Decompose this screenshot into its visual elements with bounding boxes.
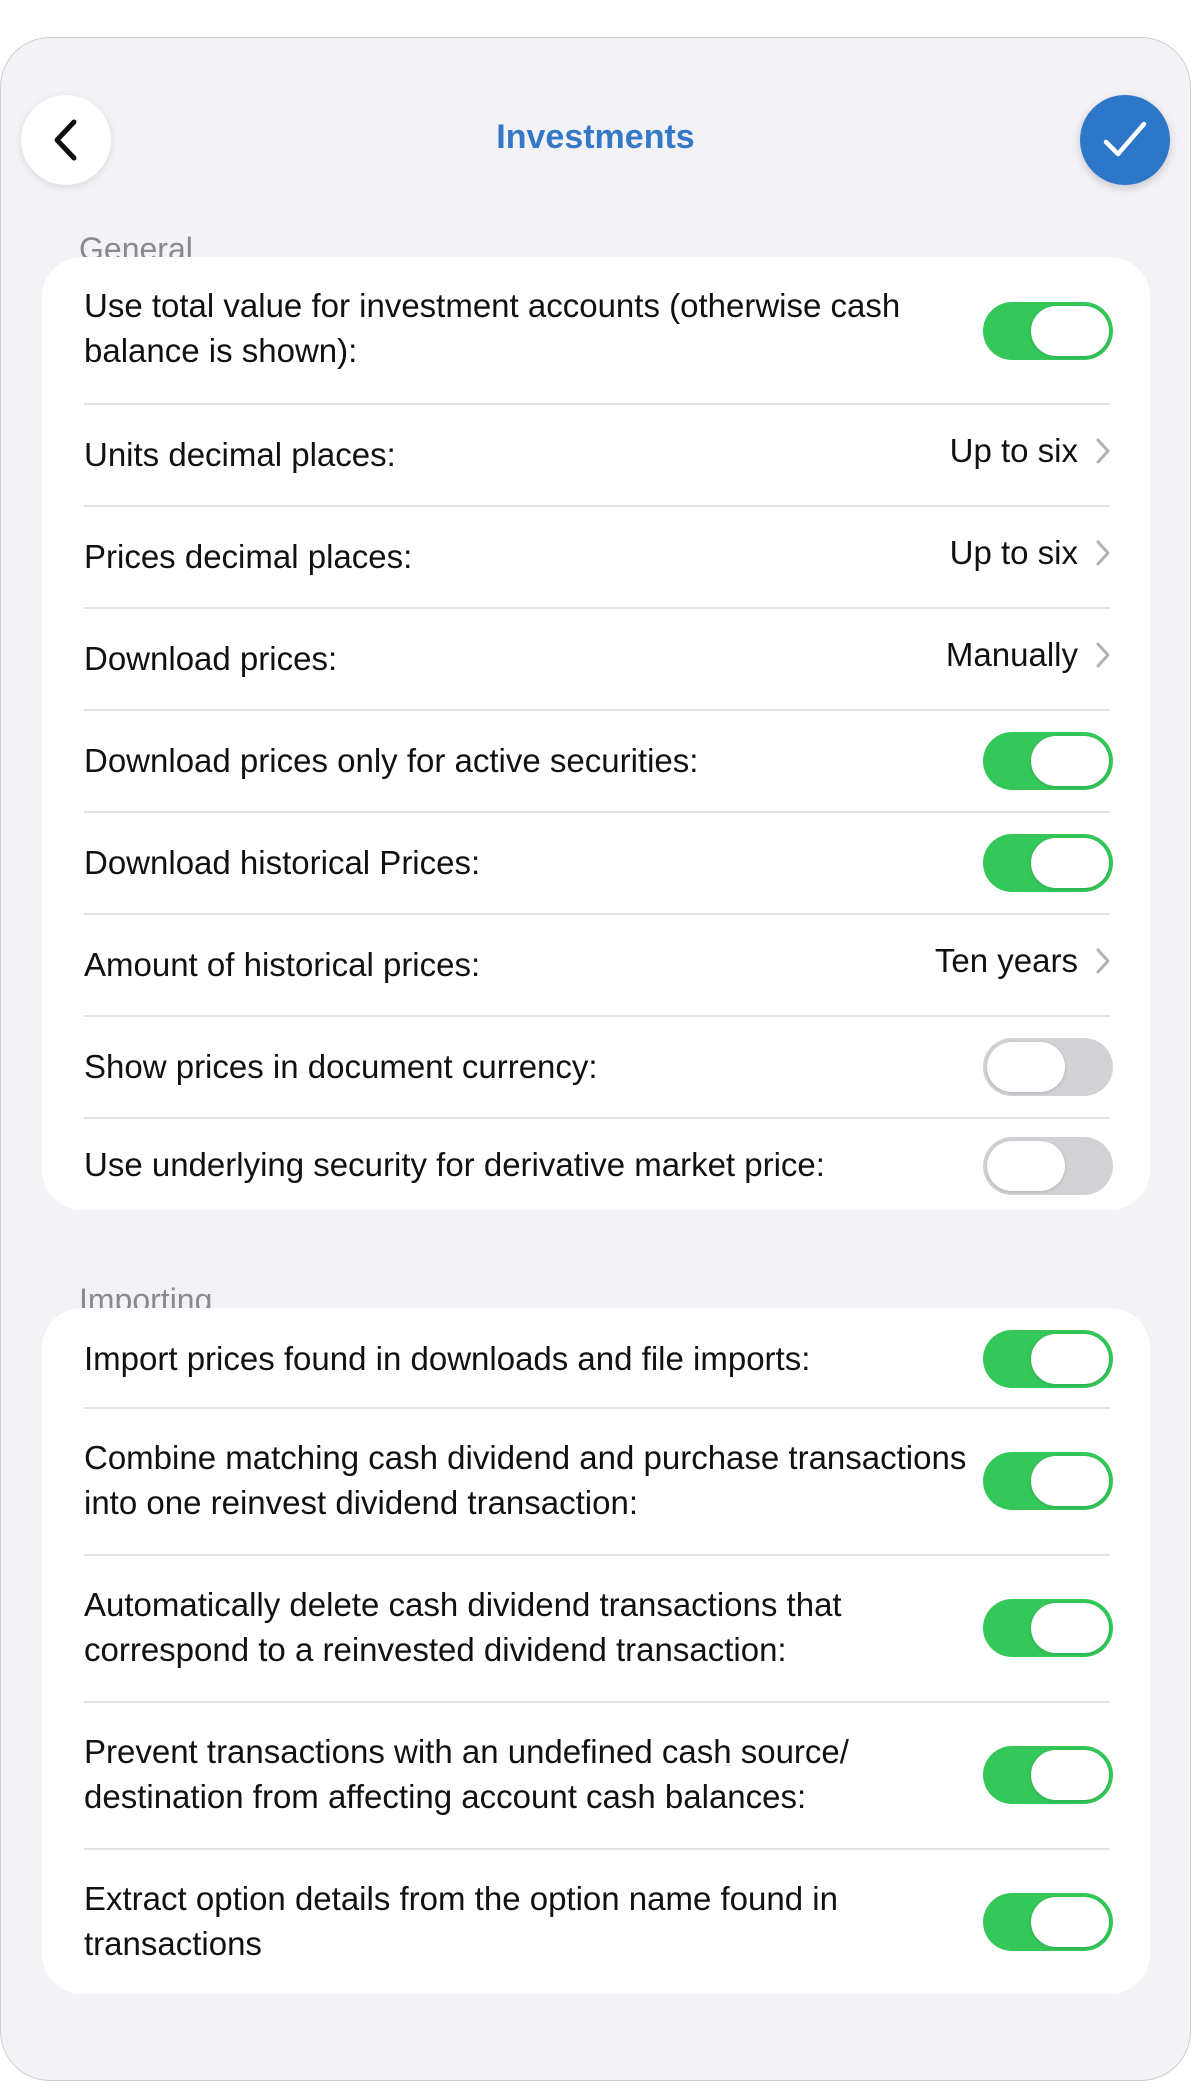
general-settings-card: Use total value for investment accounts … [42,257,1150,1210]
toggle-knob [987,1141,1065,1191]
toggle-knob [1031,1334,1109,1384]
setting-label: Use underlying security for derivative m… [84,1146,825,1183]
setting-row-combine-dividend: Combine matching cash dividend and purch… [42,1408,1150,1554]
chevron-right-icon [1096,438,1110,464]
done-button[interactable] [1080,95,1170,185]
settings-sheet: Investments General Use total value for … [0,37,1191,2081]
setting-label: Download prices only for active securiti… [84,742,699,779]
toggle-knob [1031,1603,1109,1653]
toggle-switch[interactable] [983,732,1113,790]
setting-value: Up to six [949,534,1078,571]
setting-label: Extract option details from the option n… [84,1880,838,1962]
toggle-knob [1031,1456,1109,1506]
setting-row-active-securities: Download prices only for active securiti… [42,710,1150,811]
setting-label: Units decimal places: [84,436,396,473]
setting-row-delete-cash-dividend: Automatically delete cash dividend trans… [42,1555,1150,1701]
setting-row-extract-option: Extract option details from the option n… [42,1849,1150,1994]
toggle-knob [987,1042,1065,1092]
toggle-knob [1031,1750,1109,1800]
setting-row-use-total-value: Use total value for investment accounts … [42,257,1150,404]
setting-label: Automatically delete cash dividend trans… [84,1586,842,1668]
toggle-knob [1031,306,1109,356]
setting-row-import-prices: Import prices found in downloads and fil… [42,1308,1150,1408]
toggle-knob [1031,838,1109,888]
toggle-switch[interactable] [983,1330,1113,1388]
setting-label: Download prices: [84,640,338,677]
setting-label: Amount of historical prices: [84,946,481,983]
setting-row-document-currency: Show prices in document currency: [42,1016,1150,1117]
toggle-switch[interactable] [983,302,1113,360]
toggle-switch[interactable] [983,1746,1113,1804]
toggle-switch[interactable] [983,1137,1113,1195]
value-selector[interactable]: Manually [946,636,1110,674]
value-selector[interactable]: Up to six [950,534,1110,572]
value-selector[interactable]: Up to six [950,432,1110,470]
value-selector[interactable]: Ten years [935,942,1110,980]
chevron-right-icon [1096,540,1110,566]
setting-label: Prevent transactions with an undefined c… [84,1733,849,1815]
toggle-switch[interactable] [983,1599,1113,1657]
setting-label: Combine matching cash dividend and purch… [84,1439,967,1521]
toggle-knob [1031,736,1109,786]
toggle-switch[interactable] [983,1038,1113,1096]
setting-value: Up to six [949,432,1078,469]
toggle-switch[interactable] [983,834,1113,892]
toggle-switch[interactable] [983,1452,1113,1510]
setting-row-underlying-security: Use underlying security for derivative m… [42,1118,1150,1210]
setting-label: Import prices found in downloads and fil… [84,1340,811,1377]
setting-row-undefined-cash-source: Prevent transactions with an undefined c… [42,1702,1150,1848]
checkmark-icon [1103,121,1147,157]
setting-value: Ten years [934,942,1078,979]
chevron-right-icon [1096,948,1110,974]
setting-label: Download historical Prices: [84,844,481,881]
setting-row-historical-prices: Download historical Prices: [42,812,1150,913]
toggle-switch[interactable] [983,1893,1113,1951]
setting-label: Use total value for investment accounts … [84,287,901,369]
setting-row-prices-decimal[interactable]: Prices decimal places: Up to six [42,506,1150,607]
setting-row-units-decimal[interactable]: Units decimal places: Up to six [42,404,1150,505]
chevron-right-icon [1096,642,1110,668]
page-title: Investments [496,118,695,156]
setting-label: Show prices in document currency: [84,1048,598,1085]
setting-row-amount-historical[interactable]: Amount of historical prices: Ten years [42,914,1150,1015]
setting-row-download-prices[interactable]: Download prices: Manually [42,608,1150,709]
importing-settings-card: Import prices found in downloads and fil… [42,1308,1150,1994]
toggle-knob [1031,1897,1109,1947]
setting-label: Prices decimal places: [84,538,413,575]
setting-value: Manually [945,636,1078,673]
